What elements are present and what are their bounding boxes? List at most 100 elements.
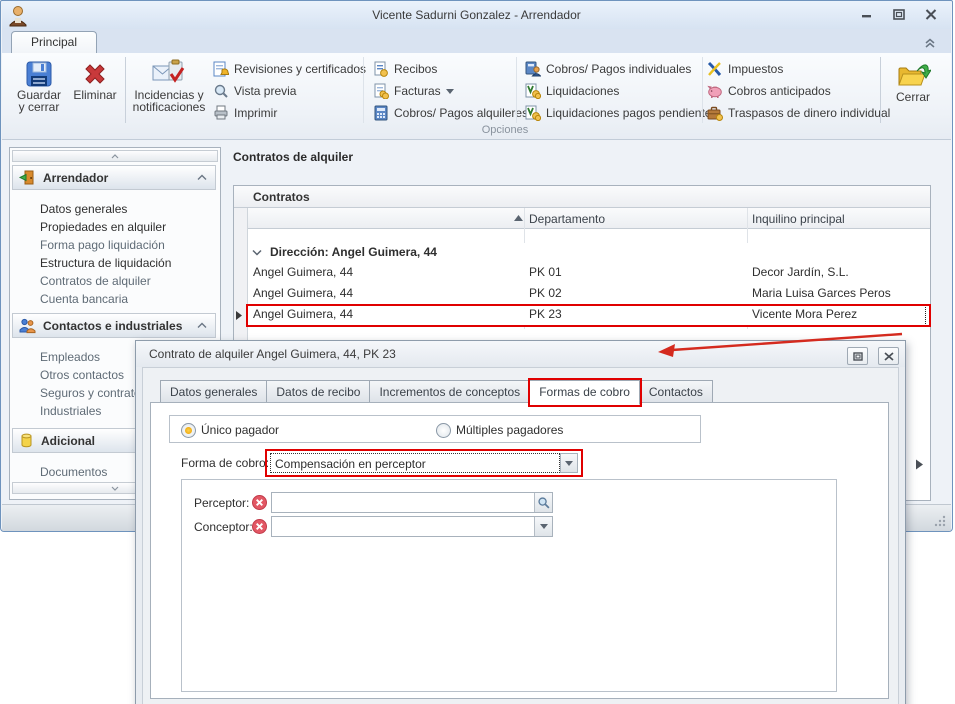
selected-row-highlight — [246, 304, 931, 327]
search-icon — [537, 496, 550, 509]
invoices-button[interactable]: Facturas — [373, 83, 454, 99]
button-label: Traspasos de dinero individual — [728, 106, 890, 120]
perceptor-label: Perceptor: — [194, 496, 249, 510]
ribbon-tab-row: Principal — [2, 29, 951, 53]
grid-caption: Contratos — [253, 190, 310, 204]
sidebar-item-contratos-de-alquiler[interactable]: Contratos de alquiler — [40, 272, 151, 290]
dialog-maximize-button[interactable] — [847, 347, 868, 365]
group-row[interactable]: Dirección: Angel Guimera, 44 — [248, 243, 930, 263]
grid-next-arrow-icon[interactable] — [915, 459, 924, 470]
receipts-button[interactable]: Recibos — [373, 61, 437, 77]
cell-departamento: PK 02 — [529, 286, 562, 300]
forma-de-cobro-value: Compensación en perceptor — [275, 457, 426, 471]
cell-inquilino: Maria Luisa Garces Peros — [752, 286, 891, 300]
page-title: Contratos de alquiler — [233, 150, 353, 164]
tab-incrementos-de-conceptos[interactable]: Incrementos de conceptos — [370, 380, 530, 404]
table-row[interactable]: Angel Guimera, 44 PK 02 Maria Luisa Garc… — [248, 283, 930, 305]
taxes-button[interactable]: Impuestos — [707, 61, 783, 77]
tab-principal[interactable]: Principal — [11, 31, 97, 54]
forma-de-cobro-dropdown-button[interactable] — [560, 453, 578, 473]
database-icon — [19, 433, 34, 449]
ribbon: Guardar y cerrar Eliminar Incidencias y … — [2, 53, 951, 140]
cell-inquilino: Decor Jardín, S.L. — [752, 265, 849, 279]
perceptor-groupbox: Perceptor: Conceptor: — [181, 479, 837, 692]
revisions-icon — [213, 61, 229, 77]
ribbon-collapse-icon[interactable] — [923, 37, 937, 49]
radio-multiples-pagadores[interactable] — [436, 423, 451, 438]
button-label: Imprimir — [234, 106, 277, 120]
money-transfers-button[interactable]: Traspasos de dinero individual — [707, 105, 890, 121]
forma-de-cobro-select[interactable]: Compensación en perceptor — [270, 453, 560, 473]
sidebar-item-forma-pago-liquidacion[interactable]: Forma pago liquidación — [40, 236, 165, 254]
sidebar-item-empleados[interactable]: Empleados — [40, 348, 100, 366]
taxes-icon — [707, 61, 723, 77]
ribbon-close-button[interactable]: Cerrar — [884, 55, 942, 125]
conceptor-select[interactable] — [271, 516, 553, 537]
dialog-title: Contrato de alquiler Angel Guimera, 44, … — [149, 347, 396, 361]
sidebar-item-seguros-y-contratos[interactable]: Seguros y contratos — [40, 384, 147, 402]
minimize-button[interactable] — [859, 7, 875, 21]
receipts-icon — [373, 61, 389, 77]
tab-datos-generales[interactable]: Datos generales — [160, 380, 267, 404]
sidebar-top-splitter[interactable] — [12, 150, 218, 162]
button-label: Cobros/ Pagos individuales — [546, 62, 691, 76]
rent-payments-button[interactable]: Cobros/ Pagos alquileres — [373, 105, 528, 121]
perceptor-input[interactable] — [271, 492, 553, 513]
save-icon — [25, 59, 53, 89]
group-title: Contactos e industriales — [43, 319, 182, 333]
ribbon-group-label: Opciones — [130, 124, 880, 136]
close-folder-icon — [895, 59, 931, 91]
sidebar-item-industriales[interactable]: Industriales — [40, 402, 101, 420]
radio-label: Único pagador — [201, 423, 279, 437]
dialog-close-button[interactable] — [878, 347, 899, 365]
incidents-icon — [152, 59, 186, 89]
tab-page-formas-de-cobro: Único pagador Múltiples pagadores Forma … — [150, 402, 889, 699]
maximize-button[interactable] — [891, 7, 907, 21]
save-and-close-button[interactable]: Guardar y cerrar — [13, 55, 65, 125]
resize-grip[interactable] — [933, 514, 947, 528]
dialog-titlebar: Contrato de alquiler Angel Guimera, 44, … — [136, 341, 905, 367]
radio-unico-pagador[interactable] — [181, 423, 196, 438]
tab-datos-de-recibo[interactable]: Datos de recibo — [267, 380, 370, 404]
sidebar-group-arrendador[interactable]: Arrendador — [12, 165, 216, 190]
group-row-label: Dirección: Angel Guimera, 44 — [270, 245, 437, 259]
individual-payments-button[interactable]: Cobros/ Pagos individuales — [525, 61, 691, 77]
sidebar-group-contactos[interactable]: Contactos e industriales — [12, 313, 216, 338]
cell-direccion: Angel Guimera, 44 — [253, 286, 353, 300]
tab-contactos[interactable]: Contactos — [640, 380, 713, 404]
perceptor-search-button[interactable] — [534, 493, 552, 512]
button-label: Liquidaciones — [546, 84, 619, 98]
revisions-certificates-button[interactable]: Revisiones y certificados — [213, 61, 366, 77]
column-header-inquilino-principal[interactable]: Inquilino principal — [752, 212, 845, 226]
sidebar-item-cuenta-bancaria[interactable]: Cuenta bancaria — [40, 290, 128, 308]
dropdown-caret-icon — [446, 89, 454, 94]
settlements-button[interactable]: Liquidaciones — [525, 83, 619, 99]
preview-button[interactable]: Vista previa — [213, 83, 296, 99]
table-row[interactable]: Angel Guimera, 44 PK 01 Decor Jardín, S.… — [248, 262, 930, 284]
button-label: Impuestos — [728, 62, 783, 76]
sidebar-item-estructura-de-liquidacion[interactable]: Estructura de liquidación — [40, 254, 171, 272]
chevron-down-icon — [540, 524, 548, 529]
sidebar-item-datos-generales[interactable]: Datos generales — [40, 200, 127, 218]
column-header-departamento[interactable]: Departamento — [529, 212, 605, 226]
group-collapse-icon[interactable] — [252, 249, 262, 256]
pending-settlements-button[interactable]: Liquidaciones pagos pendientes — [525, 105, 717, 121]
pending-settlements-icon — [525, 105, 541, 121]
tab-formas-de-cobro[interactable]: Formas de cobro — [530, 380, 640, 405]
sidebar-item-propiedades-en-alquiler[interactable]: Propiedades en alquiler — [40, 218, 166, 236]
landlord-icon — [19, 169, 36, 186]
screenshot-root: Vicente Sadurni Gonzalez - Arrendador Pr… — [0, 0, 955, 704]
advance-collections-button[interactable]: Cobros anticipados — [707, 83, 831, 99]
group-title: Adicional — [41, 434, 95, 448]
incidents-notifications-button[interactable]: Incidencias y notificaciones — [128, 55, 210, 125]
button-label: y cerrar — [19, 101, 60, 113]
button-label: notificaciones — [133, 101, 206, 113]
delete-button[interactable]: Eliminar — [67, 55, 123, 125]
close-button[interactable] — [923, 7, 939, 21]
calculator-icon — [373, 105, 389, 121]
sidebar-item-documentos[interactable]: Documentos — [40, 463, 107, 481]
conceptor-dropdown-button[interactable] — [534, 517, 552, 536]
sort-ascending-icon — [514, 215, 523, 221]
print-button[interactable]: Imprimir — [213, 105, 277, 121]
sidebar-item-otros-contactos[interactable]: Otros contactos — [40, 366, 124, 384]
